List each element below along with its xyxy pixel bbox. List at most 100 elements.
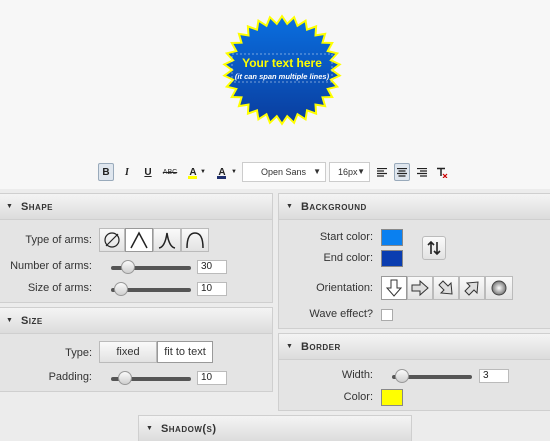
arm-type-label: Type of arms: bbox=[25, 234, 92, 246]
font-family-select[interactable]: Open Sans ▼ bbox=[242, 162, 326, 182]
collapse-triangle-icon: ▼ bbox=[6, 317, 13, 324]
swap-colors-button[interactable] bbox=[422, 236, 446, 260]
border-width-input[interactable]: 3 bbox=[479, 369, 509, 383]
arm-type-round-button[interactable] bbox=[181, 228, 209, 252]
no-arms-icon bbox=[104, 232, 120, 248]
badge-title[interactable]: Your text here bbox=[209, 56, 355, 70]
shape-panel-header[interactable]: ▼ Shape bbox=[0, 194, 272, 220]
size-type-label: Type: bbox=[65, 347, 92, 359]
orientation-diagonal-down-button[interactable] bbox=[433, 276, 459, 300]
badge-subtitle[interactable]: (it can span multiple lines) bbox=[209, 72, 355, 81]
spike-arms-icon bbox=[158, 232, 176, 249]
size-fit-button[interactable]: fit to text bbox=[157, 341, 213, 363]
strikethrough-button[interactable]: ABC bbox=[160, 163, 180, 181]
shape-panel-title: Shape bbox=[20, 200, 54, 213]
arm-size-label: Size of arms: bbox=[27, 282, 92, 294]
swap-arrows-icon bbox=[427, 240, 441, 256]
arm-number-label: Number of arms: bbox=[10, 260, 92, 272]
orientation-right-button[interactable] bbox=[407, 276, 433, 300]
orientation-radial-button[interactable] bbox=[485, 276, 513, 300]
chevron-down-icon: ▼ bbox=[357, 167, 365, 176]
start-color-label: Start color: bbox=[319, 231, 373, 243]
orientation-label: Orientation: bbox=[316, 282, 373, 294]
wave-effect-label: Wave effect? bbox=[309, 308, 373, 320]
font-family-value: Open Sans bbox=[261, 167, 307, 177]
italic-button[interactable]: I bbox=[119, 163, 135, 181]
align-right-icon bbox=[417, 167, 427, 177]
padding-input[interactable]: 10 bbox=[197, 371, 227, 385]
arm-number-input[interactable]: 30 bbox=[197, 260, 227, 274]
collapse-triangle-icon: ▼ bbox=[286, 203, 293, 210]
border-width-label: Width: bbox=[341, 369, 373, 381]
padding-label: Padding: bbox=[48, 371, 92, 383]
align-center-icon bbox=[397, 167, 407, 177]
bold-button[interactable]: B bbox=[98, 163, 114, 181]
end-color-swatch[interactable] bbox=[381, 250, 403, 267]
canvas-stage: Your text here (it can span multiple lin… bbox=[0, 0, 550, 155]
size-fixed-label: fixed bbox=[116, 346, 140, 358]
border-color-label: Color: bbox=[343, 391, 373, 403]
orientation-diagonal-up-button[interactable] bbox=[459, 276, 485, 300]
arrow-right-icon bbox=[411, 279, 429, 297]
arm-number-slider[interactable] bbox=[111, 260, 191, 274]
background-panel-title: Background bbox=[300, 200, 367, 213]
collapse-triangle-icon: ▼ bbox=[6, 203, 13, 210]
arm-type-none-button[interactable] bbox=[99, 228, 125, 252]
arm-size-input[interactable]: 10 bbox=[197, 282, 227, 296]
font-size-select[interactable]: 16px ▼ bbox=[329, 162, 370, 182]
slider-handle[interactable] bbox=[120, 260, 135, 274]
radial-gradient-icon bbox=[491, 280, 507, 296]
size-fit-label: fit to text bbox=[164, 346, 206, 358]
badge-preview[interactable]: Your text here (it can span multiple lin… bbox=[209, 8, 355, 132]
align-left-icon bbox=[377, 167, 387, 177]
font-size-value: 16px bbox=[338, 167, 358, 177]
end-color-label: End color: bbox=[323, 252, 373, 264]
starburst-shape bbox=[222, 14, 342, 126]
highlight-color-button[interactable]: A ▼ bbox=[213, 163, 239, 181]
shadow-panel-header[interactable]: ▼ Shadow(s) bbox=[139, 416, 411, 441]
size-panel-title: Size bbox=[20, 314, 43, 327]
collapse-triangle-icon: ▼ bbox=[286, 343, 293, 350]
orientation-down-button[interactable] bbox=[381, 276, 407, 300]
collapse-triangle-icon: ▼ bbox=[146, 425, 153, 432]
start-color-swatch[interactable] bbox=[381, 229, 403, 246]
border-panel-title: Border bbox=[300, 340, 341, 353]
shadow-panel: ▼ Shadow(s) bbox=[138, 415, 412, 441]
wave-effect-checkbox[interactable] bbox=[381, 309, 393, 321]
arm-size-slider[interactable] bbox=[111, 282, 191, 296]
slider-handle[interactable] bbox=[117, 371, 132, 385]
chevron-down-icon: ▼ bbox=[231, 169, 237, 175]
clear-format-button[interactable] bbox=[434, 163, 450, 181]
size-panel: ▼ Size Type: fixed fit to text Padding: … bbox=[0, 307, 273, 392]
font-color-swatch bbox=[188, 176, 197, 179]
align-left-button[interactable] bbox=[374, 163, 390, 181]
arm-type-pointed-button[interactable] bbox=[125, 228, 153, 252]
slider-handle[interactable] bbox=[395, 369, 410, 383]
background-panel-header[interactable]: ▼ Background bbox=[279, 194, 550, 220]
arrow-diagonal-up-icon bbox=[464, 281, 479, 296]
align-center-button[interactable] bbox=[394, 163, 410, 181]
arrow-down-icon bbox=[385, 279, 403, 297]
starburst-polygon bbox=[222, 14, 342, 126]
border-panel-header[interactable]: ▼ Border bbox=[279, 334, 550, 360]
font-color-button[interactable]: A ▼ bbox=[184, 163, 208, 181]
border-color-swatch[interactable] bbox=[381, 389, 403, 406]
shape-panel: ▼ Shape Type of arms: Number of arms: 30… bbox=[0, 193, 273, 303]
arrow-diagonal-down-icon bbox=[438, 280, 453, 295]
arm-type-spike-button[interactable] bbox=[153, 228, 181, 252]
size-panel-header[interactable]: ▼ Size bbox=[0, 308, 272, 334]
slider-handle[interactable] bbox=[114, 282, 129, 296]
pointed-arms-icon bbox=[130, 231, 148, 249]
shadow-panel-title: Shadow(s) bbox=[160, 422, 217, 435]
align-right-button[interactable] bbox=[414, 163, 430, 181]
underline-button[interactable]: U bbox=[140, 163, 156, 181]
padding-slider[interactable] bbox=[111, 371, 191, 385]
chevron-down-icon: ▼ bbox=[200, 169, 206, 175]
border-width-slider[interactable] bbox=[392, 369, 472, 383]
text-toolbar: B I U ABC A ▼ A ▼ Open Sans ▼ 16px ▼ bbox=[0, 155, 550, 189]
chevron-down-icon: ▼ bbox=[313, 167, 321, 176]
highlight-color-swatch bbox=[217, 176, 226, 179]
background-panel: ▼ Background Start color: End color: Ori… bbox=[278, 193, 550, 329]
round-arms-icon bbox=[186, 232, 204, 249]
size-fixed-button[interactable]: fixed bbox=[99, 341, 157, 363]
